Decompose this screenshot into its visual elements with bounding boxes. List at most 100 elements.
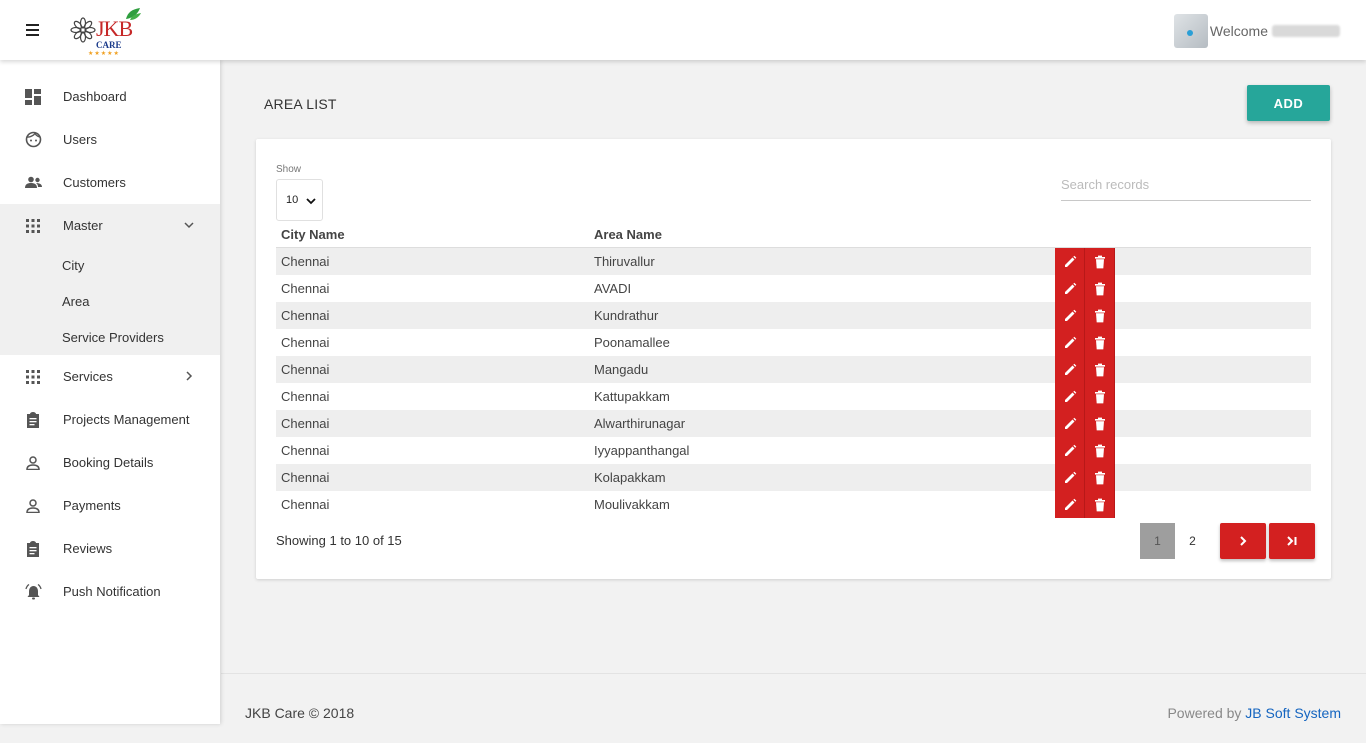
edit-button[interactable]: [1055, 248, 1085, 275]
edit-button[interactable]: [1055, 275, 1085, 302]
sidebar-item-payments[interactable]: Payments: [0, 484, 220, 527]
trash-icon: [1093, 417, 1107, 431]
menu-icon[interactable]: [26, 24, 39, 36]
sidebar-item-services[interactable]: Services: [0, 355, 220, 398]
cell-area: Alwarthirunagar: [594, 416, 686, 431]
pencil-icon: [1063, 309, 1077, 323]
last-page-button[interactable]: [1269, 523, 1315, 559]
sidebar-subitem-service-providers[interactable]: Service Providers: [0, 319, 220, 355]
add-button[interactable]: ADD: [1247, 85, 1330, 121]
trash-icon: [1093, 444, 1107, 458]
page-1-button[interactable]: 1: [1140, 523, 1175, 559]
row-actions: [1055, 329, 1311, 356]
column-header-area[interactable]: Area Name: [589, 227, 1055, 242]
delete-button[interactable]: [1085, 356, 1115, 383]
sidebar-item-master[interactable]: Master: [0, 204, 220, 247]
delete-button[interactable]: [1085, 383, 1115, 410]
logo[interactable]: JKB CARE ★★★★★: [68, 7, 148, 57]
delete-button[interactable]: [1085, 410, 1115, 437]
sidebar-item-label: Customers: [63, 175, 126, 190]
row-actions: [1055, 464, 1311, 491]
delete-button[interactable]: [1085, 275, 1115, 302]
powered-by-link[interactable]: JB Soft System: [1245, 705, 1341, 721]
trash-icon: [1093, 471, 1107, 485]
sidebar: Dashboard Users Customers Master City Ar…: [0, 60, 220, 724]
user-menu[interactable]: Welcome: [1173, 14, 1340, 48]
sidebar-group-master: Master City Area Service Providers: [0, 204, 220, 355]
edit-button[interactable]: [1055, 383, 1085, 410]
pencil-icon: [1063, 444, 1077, 458]
chevron-down-icon: [306, 198, 316, 205]
sidebar-item-projects-management[interactable]: Projects Management: [0, 398, 220, 441]
table-row: Chennai Iyyappanthangal: [276, 437, 1311, 464]
row-actions: [1055, 275, 1311, 302]
table-row: Chennai Kundrathur: [276, 302, 1311, 329]
sidebar-subitem-area[interactable]: Area: [0, 283, 220, 319]
delete-button[interactable]: [1085, 437, 1115, 464]
column-header-city[interactable]: City Name: [276, 227, 589, 242]
cell-city: Chennai: [281, 443, 330, 458]
alarm-bell-icon: [24, 583, 42, 601]
cell-city: Chennai: [281, 362, 330, 377]
page-2-button[interactable]: 2: [1175, 523, 1210, 559]
flower-logo-icon: [70, 17, 96, 43]
next-page-button[interactable]: [1220, 523, 1266, 559]
pencil-icon: [1063, 363, 1077, 377]
show-label: Show: [276, 164, 302, 175]
sidebar-item-users[interactable]: Users: [0, 118, 220, 161]
search-input[interactable]: [1061, 169, 1311, 201]
chevron-right-icon: [186, 371, 193, 381]
delete-button[interactable]: [1085, 302, 1115, 329]
sidebar-subitem-city[interactable]: City: [0, 247, 220, 283]
top-header: JKB CARE ★★★★★ Welcome: [0, 0, 1366, 60]
edit-button[interactable]: [1055, 410, 1085, 437]
cell-city: Chennai: [281, 335, 330, 350]
brand-sub: CARE: [96, 40, 122, 50]
sidebar-item-reviews[interactable]: Reviews: [0, 527, 220, 570]
trash-icon: [1093, 336, 1107, 350]
sidebar-item-label: Payments: [63, 498, 121, 513]
edit-button[interactable]: [1055, 464, 1085, 491]
apps-grid-icon: [24, 368, 42, 386]
clipboard-icon: [24, 411, 42, 429]
page-size-select[interactable]: 10: [276, 179, 323, 221]
edit-button[interactable]: [1055, 437, 1085, 464]
pagination: 1 2: [1140, 523, 1315, 559]
table-row: Chennai AVADI: [276, 275, 1311, 302]
trash-icon: [1093, 498, 1107, 512]
person-outline-icon: [24, 454, 42, 472]
page-size-value: 10: [286, 194, 299, 206]
edit-button[interactable]: [1055, 491, 1085, 518]
cell-area: Kattupakkam: [594, 389, 670, 404]
sidebar-item-customers[interactable]: Customers: [0, 161, 220, 204]
avatar[interactable]: [1173, 14, 1208, 48]
row-actions: [1055, 491, 1311, 518]
sidebar-item-push-notification[interactable]: Push Notification: [0, 570, 220, 613]
cell-area: AVADI: [594, 281, 632, 296]
row-actions: [1055, 437, 1311, 464]
sidebar-item-booking-details[interactable]: Booking Details: [0, 441, 220, 484]
table-row: Chennai Kolapakkam: [276, 464, 1311, 491]
sidebar-item-label: Services: [63, 369, 113, 384]
delete-button[interactable]: [1085, 464, 1115, 491]
area-table: City Name Area Name Chennai Thiruvallur Ch…: [276, 221, 1311, 518]
edit-button[interactable]: [1055, 329, 1085, 356]
edit-button[interactable]: [1055, 356, 1085, 383]
delete-button[interactable]: [1085, 329, 1115, 356]
trash-icon: [1093, 282, 1107, 296]
delete-button[interactable]: [1085, 491, 1115, 518]
area-list-card: Show 10 City Name Area Name Chennai Thiru…: [256, 139, 1331, 579]
edit-button[interactable]: [1055, 302, 1085, 329]
delete-button[interactable]: [1085, 248, 1115, 275]
rating-stars-icon: ★★★★★: [88, 51, 120, 57]
trash-icon: [1093, 255, 1107, 269]
brand-name: JKB: [96, 16, 133, 41]
cell-area: Kolapakkam: [594, 470, 666, 485]
cell-city: Chennai: [281, 281, 330, 296]
cell-city: Chennai: [281, 308, 330, 323]
trash-icon: [1093, 309, 1107, 323]
sidebar-item-dashboard[interactable]: Dashboard: [0, 75, 220, 118]
table-row: Chennai Moulivakkam: [276, 491, 1311, 518]
cell-area: Poonamallee: [594, 335, 670, 350]
sidebar-item-label: Projects Management: [63, 412, 190, 427]
